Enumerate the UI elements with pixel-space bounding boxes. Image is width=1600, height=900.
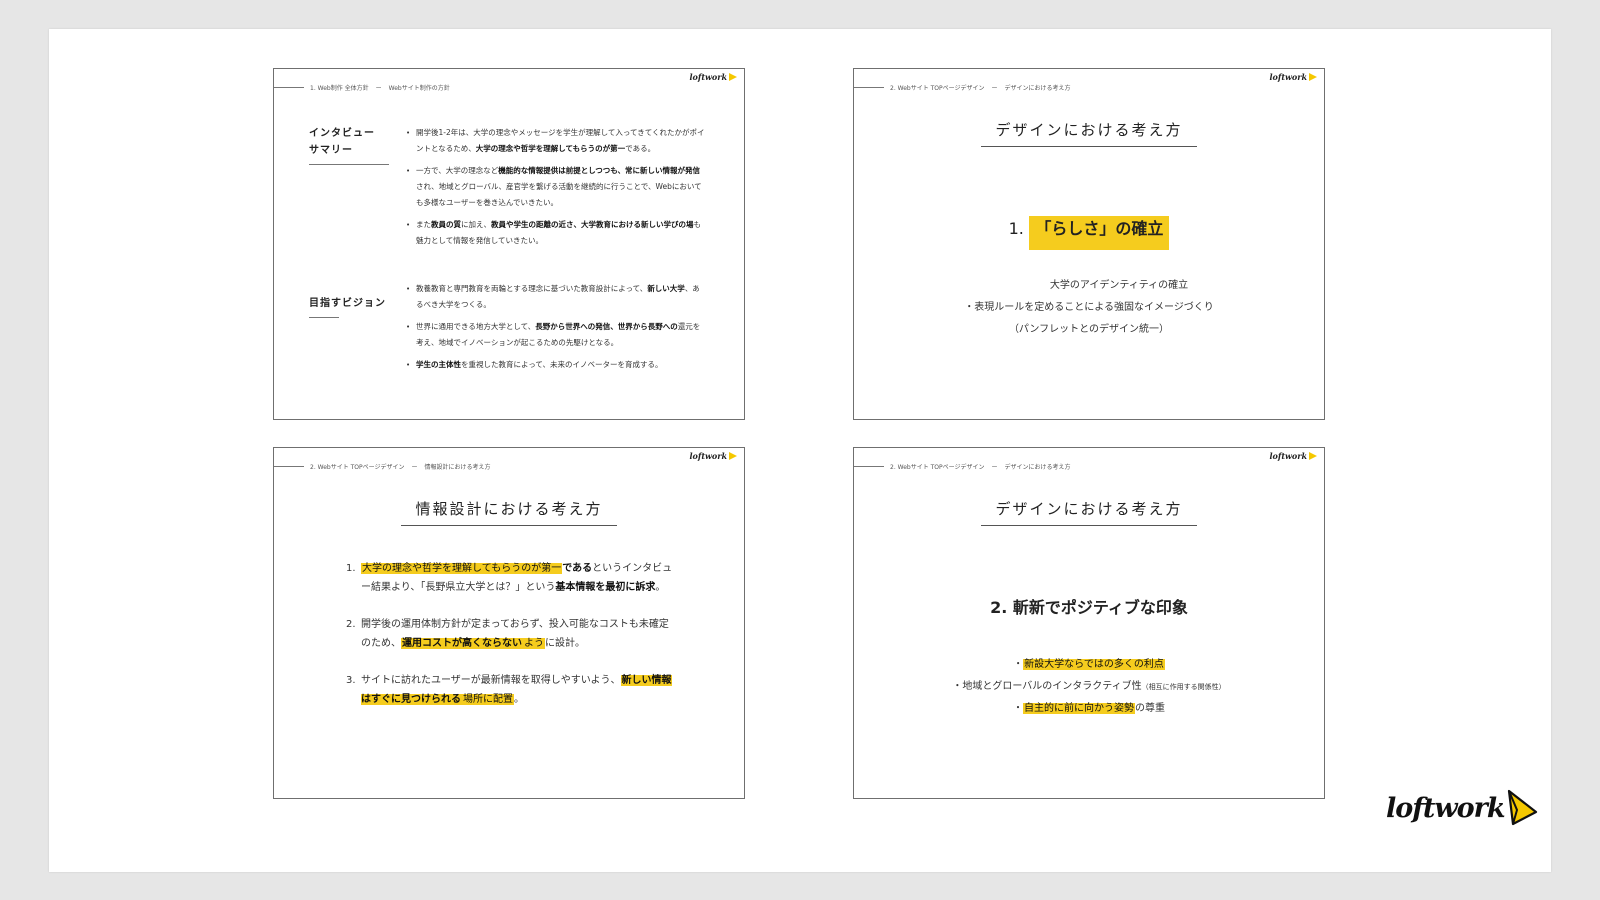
- numbered-list: 1. 大学の理念や哲学を理解してもらうのが第一であるというインタビュー結果より、…: [346, 559, 676, 727]
- breadcrumb-section: 2. Webサイト TOPページデザイン: [310, 463, 405, 471]
- section-label-interview: インタビュー サマリー: [309, 125, 389, 165]
- list-item: 3. サイトに訪れたユーザーが最新情報を取得しやすいよう、新しい情報はすぐに見つ…: [346, 675, 672, 705]
- bullet-item: 学生の主体性を重視した教育によって、未来のイノベーターを育成する。: [406, 357, 706, 373]
- breadcrumb-section: 1. Web制作 全体方針: [310, 84, 369, 92]
- slide-title: 情報設計における考え方: [274, 498, 744, 526]
- breadcrumb-rule: [854, 86, 884, 88]
- logo-triangle-icon: [729, 452, 737, 460]
- list-item: 1. 大学の理念や哲学を理解してもらうのが第一であるというインタビュー結果より、…: [346, 563, 673, 593]
- slide-breadcrumb: 1. Web制作 全体方針 ー Webサイト制作の方針: [274, 81, 450, 93]
- slide-thumbnail-3[interactable]: 2. Webサイト TOPページデザイン ー 情報設計における考え方 loftw…: [273, 447, 745, 799]
- breadcrumb-separator: ー: [411, 463, 418, 471]
- slide-breadcrumb: 2. Webサイト TOPページデザイン ー デザインにおける考え方: [854, 460, 1071, 472]
- slide-heading: 2. 斬新でポジティブな印象: [990, 598, 1188, 617]
- list-item: 2. 開学後の運用体制方針が定まっておらず、投入可能なコストも未確定のため、運用…: [346, 619, 669, 649]
- breadcrumb-sub: デザインにおける考え方: [1004, 84, 1071, 92]
- point-item: ・地域とグローバルのインタラクティブ性（相互に作用する関係性）: [952, 681, 1226, 692]
- bullet-item: 世界に通用できる地方大学として、長野から世界への発信、世界から長野への還元を考え…: [406, 319, 706, 351]
- brand-logo-text: loftwork: [1386, 792, 1506, 824]
- slide-breadcrumb: 2. Webサイト TOPページデザイン ー 情報設計における考え方: [274, 460, 491, 472]
- slide-title: デザインにおける考え方: [854, 119, 1324, 147]
- slide-logo: loftwork: [690, 72, 737, 82]
- breadcrumb-separator: ー: [991, 463, 998, 471]
- slide-thumbnail-4[interactable]: 2. Webサイト TOPページデザイン ー デザインにおける考え方 loftw…: [853, 447, 1325, 799]
- breadcrumb-sub: 情報設計における考え方: [424, 463, 491, 471]
- slide-logo: loftwork: [690, 451, 737, 461]
- breadcrumb-sub: デザインにおける考え方: [1004, 463, 1071, 471]
- logo-triangle-icon: [1309, 73, 1317, 81]
- slide-thumbnail-1[interactable]: 1. Web制作 全体方針 ー Webサイト制作の方針 loftwork インタ…: [273, 68, 745, 420]
- point-item: ・新設大学ならではの多くの利点: [1013, 659, 1165, 670]
- breadcrumb-rule: [274, 86, 304, 88]
- logo-triangle-icon: [1309, 452, 1317, 460]
- interview-bullets: 開学後1-2年は、大学の理念やメッセージを学生が理解して入ってきてくれたかがポイ…: [406, 125, 706, 255]
- slide-title: デザインにおける考え方: [854, 498, 1324, 526]
- bullet-item: また教員の質に加え、教員や学生の距離の近さ、大学教育における新しい学びの場も魅力…: [406, 217, 706, 249]
- breadcrumb-rule: [854, 465, 884, 467]
- breadcrumb-sub: Webサイト制作の方針: [388, 84, 450, 92]
- slide-body: 大学のアイデンティティの確立 ・表現ルールを定めることによる強固なイメージづくり…: [964, 280, 1214, 335]
- bullet-item: 一方で、大学の理念など機能的な情報提供は前提としつつも、常に新しい情報が発信され…: [406, 163, 706, 211]
- slide-breadcrumb: 2. Webサイト TOPページデザイン ー デザインにおける考え方: [854, 81, 1071, 93]
- breadcrumb-section: 2. Webサイト TOPページデザイン: [890, 463, 985, 471]
- logo-triangle-icon: [1507, 789, 1537, 826]
- section-label-vision: 目指すビジョン: [309, 295, 386, 318]
- slide-logo: loftwork: [1270, 451, 1317, 461]
- breadcrumb-rule: [274, 465, 304, 467]
- breadcrumb-separator: ー: [991, 84, 998, 92]
- bullet-item: 開学後1-2年は、大学の理念やメッセージを学生が理解して入ってきてくれたかがポイ…: [406, 125, 706, 157]
- point-list: ・新設大学ならではの多くの利点 ・地域とグローバルのインタラクティブ性（相互に作…: [854, 654, 1324, 720]
- bullet-item: 教養教育と専門教育を両輪とする理念に基づいた教育設計によって、新しい大学、あるべ…: [406, 281, 706, 313]
- slide-heading: 1. 「らしさ」の確立: [854, 215, 1324, 250]
- brand-logo: loftwork: [1386, 786, 1539, 830]
- slide-logo: loftwork: [1270, 72, 1317, 82]
- logo-triangle-icon: [729, 73, 737, 81]
- vision-bullets: 教養教育と専門教育を両輪とする理念に基づいた教育設計によって、新しい大学、あるべ…: [406, 281, 706, 379]
- breadcrumb-separator: ー: [375, 84, 382, 92]
- highlighted-heading: 「らしさ」の確立: [1029, 216, 1170, 250]
- point-item: ・自主的に前に向かう姿勢の尊重: [1013, 703, 1165, 714]
- breadcrumb-section: 2. Webサイト TOPページデザイン: [890, 84, 985, 92]
- slide-thumbnail-2[interactable]: 2. Webサイト TOPページデザイン ー デザインにおける考え方 loftw…: [853, 68, 1325, 420]
